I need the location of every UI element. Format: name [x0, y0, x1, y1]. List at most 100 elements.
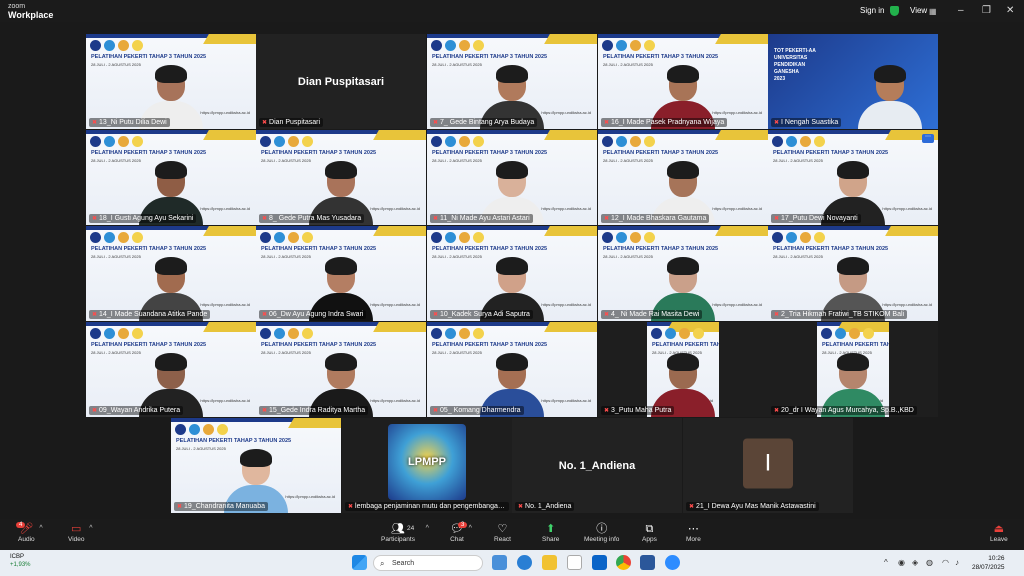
speaker-icon[interactable]: ♪	[955, 558, 959, 567]
participant-name-tag: ✖ 7_ Gede Bintang Arya Budaya	[430, 118, 538, 127]
participant-tile[interactable]: LPMPP ✖ lembaga penjaminan mutu dan pengem…	[342, 418, 512, 513]
tray-app-icon[interactable]: ◉	[898, 558, 905, 567]
view-button[interactable]: View	[910, 6, 927, 15]
restore-icon[interactable]: ❐	[982, 5, 991, 16]
minimize-icon[interactable]: –	[958, 5, 964, 16]
participant-tile[interactable]: PELATIHAN PEKERTI TAHAP 3 TAHUN 202528 J…	[86, 130, 256, 225]
participant-tile[interactable]: PELATIHAN PEKERTI TAHAP 3 TAHUN 202528 J…	[86, 322, 256, 417]
institution-logos	[175, 424, 228, 435]
participant-hair	[155, 65, 187, 83]
sign-in-button[interactable]: Sign in	[860, 6, 884, 15]
institution-logo	[445, 328, 456, 339]
chat-button[interactable]: 💬︎ Chat 3 ^	[450, 522, 472, 543]
slide-url: https://lpmpp.undiksha.ac.id	[200, 110, 250, 115]
shield-icon[interactable]	[890, 6, 899, 16]
chevron-up-icon[interactable]: ^	[89, 525, 92, 532]
participant-tile[interactable]: PELATIHAN PEKERTI TAHAP 3 TAHUN 202528 J…	[598, 130, 768, 225]
windows-start-icon[interactable]	[352, 555, 367, 570]
word-icon[interactable]	[640, 555, 655, 570]
participant-tile[interactable]: PELATIHAN PEKERTI TAHAP 3 TAHUN 202528 J…	[256, 226, 426, 321]
participant-name-tag: ✖ 2_Tria Hikmah Fratiwi_TB STIKOM Bali	[771, 310, 908, 319]
participant-tile[interactable]: PELATIHAN PEKERTI TAHAP 3 TAHUN 202528 J…	[256, 130, 426, 225]
chevron-up-icon[interactable]: ^	[884, 558, 888, 567]
react-button[interactable]: ♡ React	[494, 523, 511, 543]
meeting-info-button[interactable]: ⓘ Meeting info	[584, 523, 619, 543]
participant-tile[interactable]: PELATIHAN PEKERTI TAHAP 3 TAHUN 202528 J…	[598, 322, 768, 417]
participant-tile[interactable]: PELATIHAN PEKERTI TAHAP 3 TAHUN 202528 J…	[427, 322, 597, 417]
institution-logo	[132, 328, 143, 339]
more-options-icon[interactable]: ⋯	[922, 134, 934, 143]
participant-tile[interactable]: Dian Puspitasari ✖ Dian Puspitasari	[256, 34, 426, 129]
institution-logo	[288, 232, 299, 243]
slide-url: https://lpmpp.undiksha.ac.id	[712, 110, 762, 115]
chrome-icon[interactable]	[616, 555, 631, 570]
tray-app-icon[interactable]: ◈	[912, 558, 918, 567]
clock-time: 10:26	[988, 555, 1005, 562]
institution-logos	[90, 232, 143, 243]
participant-tile[interactable]: PELATIHAN PEKERTI TAHAP 3 TAHUN 202528 J…	[256, 322, 426, 417]
participant-name: 16_I Made Pasek Pradnyana Wijaya	[611, 119, 725, 126]
participant-tile[interactable]: I ✖ 21_I Dewa Ayu Mas Manik Astawastini	[683, 418, 853, 513]
outlook-icon[interactable]	[592, 555, 607, 570]
participant-tile[interactable]: PELATIHAN PEKERTI TAHAP 3 TAHUN 202528 J…	[427, 130, 597, 225]
file-explorer-icon[interactable]	[542, 555, 557, 570]
participant-tile[interactable]: PELATIHAN PEKERTI TAHAP 3 TAHUN 202528 J…	[86, 34, 256, 129]
leave-button[interactable]: ⏏ Leave	[990, 523, 1008, 543]
participant-tile[interactable]: No. 1_Andiena ✖ No. 1_Andiena	[512, 418, 682, 513]
stock-widget[interactable]: ICBP +1,93%	[10, 553, 31, 569]
slide-dates: 28 JULI - 2 AGUSTUS 2025	[261, 158, 311, 163]
institution-logos	[772, 136, 825, 147]
participant-tile[interactable]: PELATIHAN PEKERTI TAHAP 3 TAHUN 202528 J…	[86, 226, 256, 321]
more-button[interactable]: ⋯ More	[686, 523, 701, 543]
audio-button[interactable]: 🎤︎ Audio 4 ^	[16, 522, 43, 543]
chevron-up-icon[interactable]: ^	[469, 525, 472, 532]
apps-button[interactable]: ⧉ Apps	[642, 523, 657, 543]
participant-tile[interactable]: PELATIHAN PEKERTI TAHAP 3 TAHUN 202528 J…	[598, 34, 768, 129]
participant-hair	[667, 65, 699, 83]
tray-app-icon[interactable]: ◍	[926, 558, 933, 567]
task-view-icon[interactable]	[492, 555, 507, 570]
chevron-up-icon[interactable]: ^	[426, 525, 429, 532]
wifi-icon[interactable]: ◠	[942, 558, 949, 567]
participant-name: 8_ Gede Putra Mas Yusadara	[269, 215, 362, 222]
mic-muted-icon: ✖	[433, 216, 439, 222]
participant-tile[interactable]: TOT PEKERTI-AA UNIVERSITAS PENDIDIKAN GANES…	[768, 34, 938, 129]
participant-name: Dian Puspitasari	[269, 119, 320, 126]
system-clock[interactable]: 10:26 28/07/2025	[972, 554, 1005, 572]
mic-muted-icon: ✖	[92, 408, 98, 414]
zoom-logo: zoom Workplace	[8, 3, 53, 20]
zoom-taskbar-icon[interactable]	[665, 555, 680, 570]
institution-logo	[616, 136, 627, 147]
participant-tile[interactable]: PELATIHAN PEKERTI TAHAP 3 TAHUN 202528 J…	[427, 226, 597, 321]
slide-dates: 28 JULI - 2 AGUSTUS 2025	[261, 254, 311, 259]
share-button[interactable]: ⬆ Share	[542, 523, 559, 543]
mic-muted-icon: ✖	[177, 504, 183, 510]
institution-logo	[302, 136, 313, 147]
participant-tile[interactable]: PELATIHAN PEKERTI TAHAP 3 TAHUN 202528 J…	[598, 226, 768, 321]
institution-logo	[302, 328, 313, 339]
video-button[interactable]: ▭ Video ^	[68, 523, 93, 543]
tot-banner: TOT PEKERTI-AA UNIVERSITAS PENDIDIKAN GANES…	[774, 48, 816, 83]
mic-muted-icon: ✖	[774, 408, 780, 414]
mic-muted-icon: ✖	[92, 120, 98, 126]
institution-logo	[132, 40, 143, 51]
close-icon[interactable]: ✕	[1006, 5, 1014, 16]
participant-tile[interactable]: PELATIHAN PEKERTI TAHAP 3 TAHUN 202528 J…	[768, 322, 938, 417]
participant-name-tag: ✖ 18_I Gusti Agung Ayu Sekarini	[89, 214, 197, 223]
participant-tile[interactable]: PELATIHAN PEKERTI TAHAP 3 TAHUN 202528 J…	[768, 226, 938, 321]
info-icon: ⓘ	[596, 523, 608, 535]
react-label: React	[494, 536, 511, 543]
taskbar-search[interactable]: ⌕ Search	[373, 555, 483, 571]
grid-icon[interactable]: ▦	[929, 7, 937, 16]
institution-logo	[786, 232, 797, 243]
participant-tile[interactable]: PELATIHAN PEKERTI TAHAP 3 TAHUN 202528 J…	[427, 34, 597, 129]
chevron-up-icon[interactable]: ^	[39, 525, 42, 532]
edge-icon[interactable]	[517, 555, 532, 570]
store-icon[interactable]	[567, 555, 582, 570]
participant-tile[interactable]: PELATIHAN PEKERTI TAHAP 3 TAHUN 202528 J…	[768, 130, 938, 225]
participant-tile[interactable]: PELATIHAN PEKERTI TAHAP 3 TAHUN 202528 J…	[171, 418, 341, 513]
institution-logo	[431, 328, 442, 339]
institution-logo	[849, 328, 860, 339]
slide-stripe	[544, 130, 597, 140]
institution-logo	[203, 424, 214, 435]
